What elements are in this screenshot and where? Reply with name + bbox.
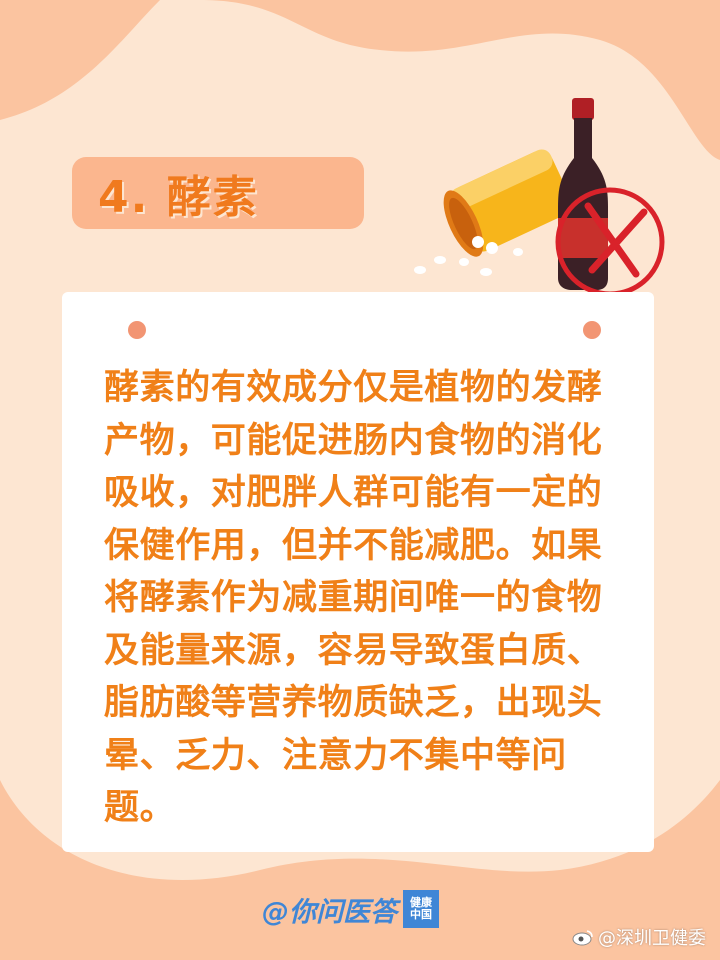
card-pin-left [128, 321, 146, 339]
footer-logo: @你问医答 健康中国 [262, 888, 439, 930]
weibo-icon [572, 930, 593, 946]
watermark: @深圳卫健委 [572, 924, 706, 950]
page-title: 4. 酵素 [98, 172, 259, 223]
watermark-text: @深圳卫健委 [598, 928, 706, 949]
title-banner: 4. 酵素 [72, 157, 364, 229]
content-card: 酵素的有效成分仅是植物的发酵产物，可能促进肠内食物的消化吸收，对肥胖人群可能有一… [62, 292, 654, 852]
pill-bottle-icon [414, 149, 572, 276]
card-pin-right [583, 321, 601, 339]
health-china-badge: 健康中国 [403, 890, 439, 928]
brand-name: @你问医答 [262, 896, 397, 928]
body-text: 酵素的有效成分仅是植物的发酵产物，可能促进肠内食物的消化吸收，对肥胖人群可能有一… [104, 368, 603, 828]
